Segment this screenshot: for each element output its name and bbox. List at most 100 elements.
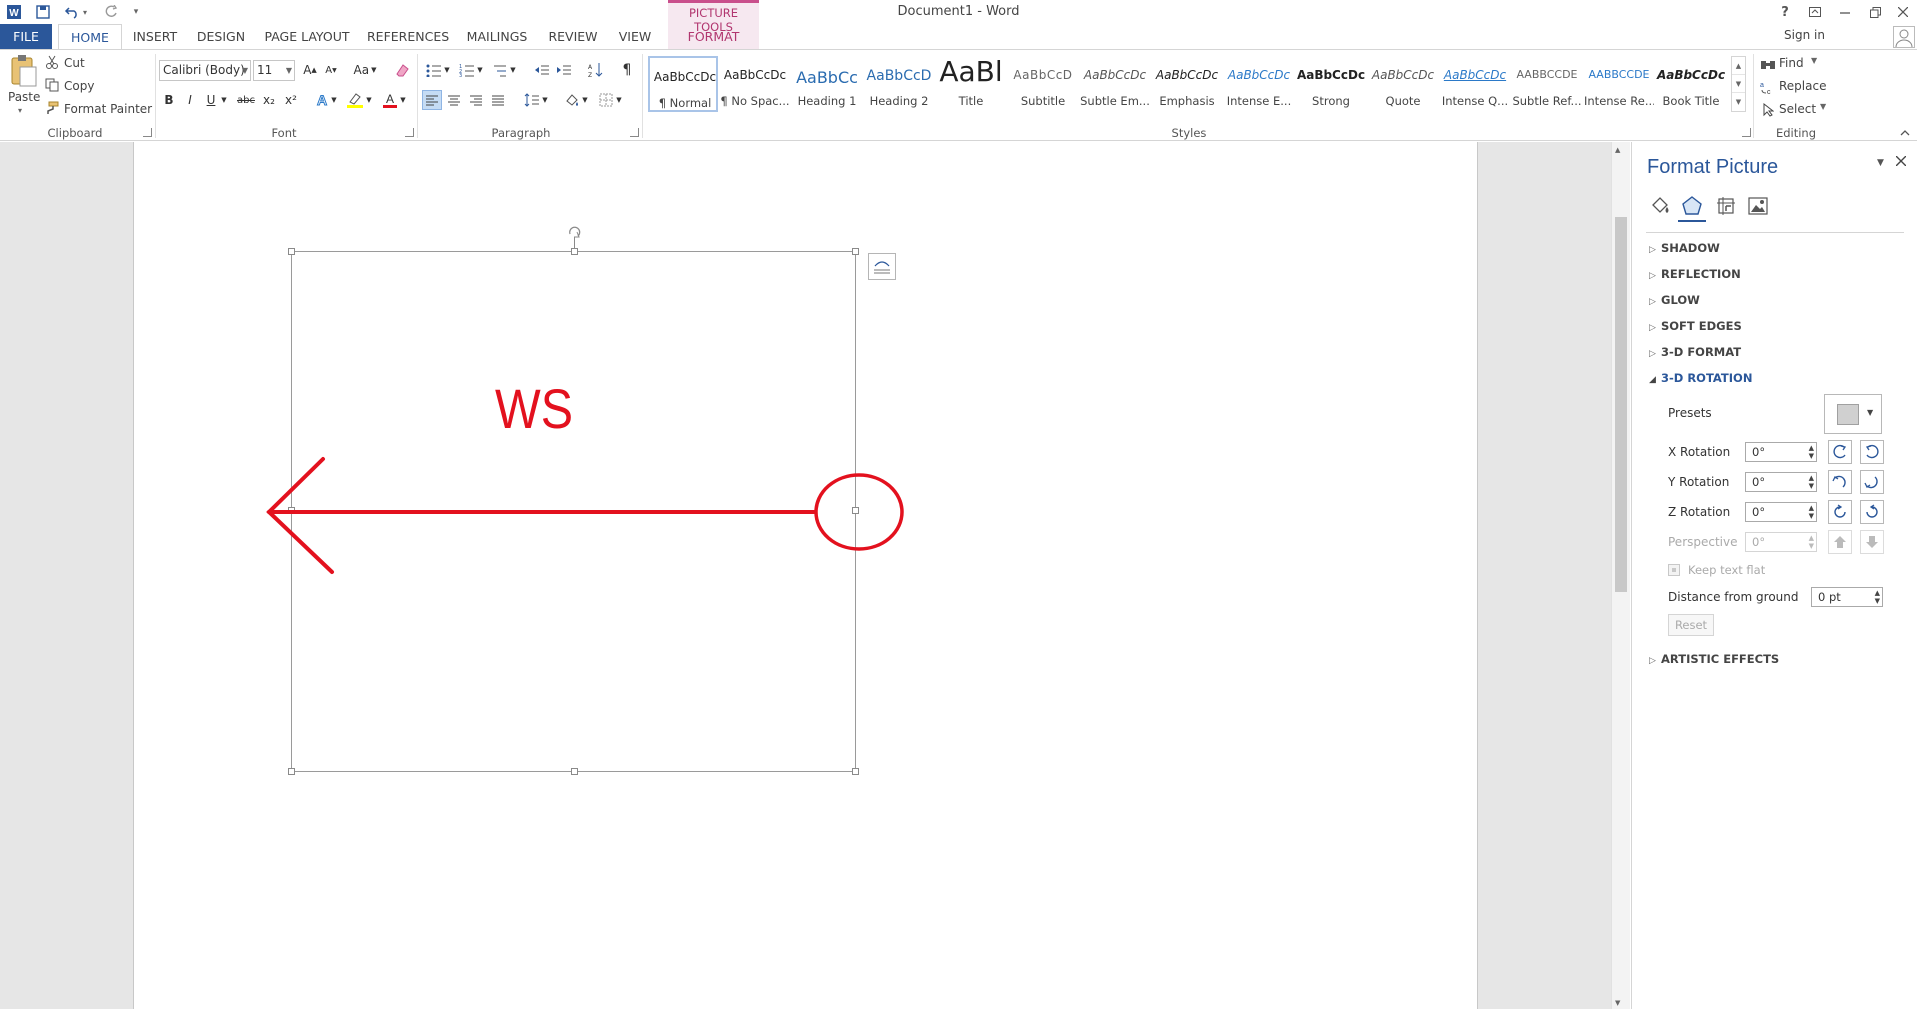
tab-design[interactable]: DESIGN (195, 24, 247, 49)
tab-page-layout[interactable]: PAGE LAYOUT (262, 24, 352, 49)
resize-handle-bottom-right[interactable] (852, 768, 859, 775)
numbering-dropdown-icon[interactable]: ▼ (475, 60, 485, 80)
align-right-icon[interactable] (466, 90, 486, 110)
restore-icon[interactable] (1860, 0, 1890, 24)
show-formatting-marks-icon[interactable]: ¶ (617, 60, 637, 80)
distance-from-ground-input[interactable]: 0 pt ▲ ▼ (1811, 587, 1883, 607)
section-3d-rotation[interactable]: ◢ 3-D ROTATION (1649, 371, 1752, 391)
font-color-icon[interactable]: A (380, 90, 400, 110)
multilevel-list-icon[interactable] (490, 60, 510, 80)
align-center-icon[interactable] (444, 90, 464, 110)
section-glow[interactable]: ▷ GLOW (1649, 293, 1700, 313)
widen-perspective-button[interactable] (1860, 530, 1884, 554)
style-title[interactable]: AaBl Title (936, 56, 1006, 112)
spin-down-icon[interactable]: ▼ (1809, 482, 1814, 490)
clear-formatting-icon[interactable] (392, 60, 412, 80)
font-color-dropdown-icon[interactable]: ▼ (398, 90, 408, 110)
sign-in-link[interactable]: Sign in (1784, 28, 1825, 42)
tab-mailings[interactable]: MAILINGS (462, 24, 532, 49)
style-intense-e[interactable]: AaBbCcDc Intense E... (1224, 56, 1294, 112)
subscript-button[interactable]: x₂ (259, 90, 279, 110)
layout-options-icon[interactable] (868, 253, 896, 280)
borders-icon[interactable] (596, 90, 616, 110)
resize-handle-bottom[interactable] (571, 768, 578, 775)
style-normal[interactable]: AaBbCcDc ¶ Normal (648, 56, 718, 112)
close-icon[interactable] (1888, 0, 1917, 24)
pane-close-icon[interactable] (1896, 156, 1906, 166)
grow-font-icon[interactable]: A ▲ (300, 60, 320, 80)
rotate-clockwise-z-button[interactable] (1860, 500, 1884, 524)
justify-icon[interactable] (488, 90, 508, 110)
spin-down-icon[interactable]: ▼ (1875, 597, 1880, 605)
resize-handle-top-right[interactable] (852, 248, 859, 255)
find-button[interactable]: Find (1779, 56, 1804, 70)
section-reflection[interactable]: ▷ REFLECTION (1649, 267, 1741, 287)
tab-insert[interactable]: INSERT (130, 24, 180, 49)
spin-up-icon[interactable]: ▲ (1875, 589, 1880, 597)
effects-tab-icon[interactable] (1678, 192, 1706, 220)
shading-dropdown-icon[interactable]: ▼ (580, 90, 590, 110)
resize-handle-bottom-left[interactable] (288, 768, 295, 775)
tab-review[interactable]: REVIEW (545, 24, 601, 49)
z-rotation-input[interactable]: 0° ▲ ▼ (1745, 502, 1817, 522)
y-rotation-input[interactable]: 0° ▲ ▼ (1745, 472, 1817, 492)
document-page[interactable]: WS (133, 142, 1478, 1009)
underline-button[interactable]: U (201, 90, 221, 110)
font-size-dropdown[interactable]: 11 ▼ (253, 60, 295, 81)
paragraph-launcher-icon[interactable] (630, 128, 639, 137)
text-effects-dropdown-icon[interactable]: ▼ (329, 90, 339, 110)
change-case-button[interactable]: Aa ▼ (350, 60, 380, 80)
x-rotation-input[interactable]: 0° ▲ ▼ (1745, 442, 1817, 462)
underline-dropdown-icon[interactable]: ▼ (219, 90, 229, 110)
select-button[interactable]: Select (1779, 102, 1816, 116)
style-strong[interactable]: AaBbCcDc Strong (1296, 56, 1366, 112)
section-soft-edges[interactable]: ▷ SOFT EDGES (1649, 319, 1742, 339)
rotate-left-x-button[interactable] (1828, 440, 1852, 464)
spin-up-icon[interactable]: ▲ (1809, 474, 1814, 482)
multilevel-dropdown-icon[interactable]: ▼ (508, 60, 518, 80)
shrink-font-icon[interactable]: A ▼ (321, 60, 341, 80)
fill-line-tab-icon[interactable] (1646, 192, 1674, 220)
italic-button[interactable]: I (180, 90, 200, 110)
vertical-scrollbar[interactable]: ▲ ▼ (1611, 142, 1630, 1009)
find-dropdown-icon[interactable]: ▼ (1811, 56, 1817, 65)
style-intense-re[interactable]: AABBCCDE Intense Re... (1584, 56, 1654, 112)
decrease-indent-icon[interactable] (532, 60, 552, 80)
strikethrough-button[interactable]: abc (236, 90, 256, 110)
section-artistic-effects[interactable]: ▷ ARTISTIC EFFECTS (1649, 652, 1779, 672)
section-3d-format[interactable]: ▷ 3-D FORMAT (1649, 345, 1741, 365)
style-quote[interactable]: AaBbCcDc Quote (1368, 56, 1438, 112)
gallery-scroll-down-icon[interactable]: ▼ (1732, 75, 1745, 93)
minimize-icon[interactable] (1830, 0, 1860, 24)
style-subtitle[interactable]: AaBbCcD Subtitle (1008, 56, 1078, 112)
style-subtle-ref[interactable]: AABBCCDE Subtle Ref... (1512, 56, 1582, 112)
spin-up-icon[interactable]: ▲ (1809, 504, 1814, 512)
scroll-thumb[interactable] (1615, 217, 1627, 592)
paste-icon[interactable] (8, 54, 38, 88)
drawing-canvas[interactable]: WS (134, 142, 1479, 1009)
bullets-icon[interactable] (424, 60, 444, 80)
style-intense-q[interactable]: AaBbCcDc Intense Q... (1440, 56, 1510, 112)
increase-indent-icon[interactable] (554, 60, 574, 80)
tab-format[interactable]: FORMAT (668, 24, 759, 49)
user-avatar-icon[interactable] (1893, 26, 1915, 48)
rotation-handle-icon[interactable] (569, 226, 581, 248)
picture-tab-icon[interactable] (1744, 192, 1772, 220)
font-name-dropdown[interactable]: Calibri (Body) ▼ (159, 60, 251, 81)
presets-dropdown[interactable]: ▼ (1824, 394, 1882, 434)
font-launcher-icon[interactable] (405, 128, 414, 137)
keep-text-flat-checkbox[interactable] (1668, 564, 1680, 576)
tab-home[interactable]: HOME (58, 24, 122, 49)
style-emphasis[interactable]: AaBbCcDc Emphasis (1152, 56, 1222, 112)
replace-button[interactable]: Replace (1779, 79, 1826, 93)
cut-button[interactable]: Cut (64, 56, 85, 70)
sort-icon[interactable]: AZ (586, 60, 606, 80)
paste-dropdown-icon[interactable]: ▾ (18, 106, 22, 115)
style-no-spac[interactable]: AaBbCcDc ¶ No Spac... (720, 56, 790, 112)
rotate-right-x-button[interactable] (1860, 440, 1884, 464)
bullets-dropdown-icon[interactable]: ▼ (442, 60, 452, 80)
resize-handle-top[interactable] (571, 248, 578, 255)
highlight-dropdown-icon[interactable]: ▼ (364, 90, 374, 110)
superscript-button[interactable]: x² (281, 90, 301, 110)
style-book-title[interactable]: AaBbCcDc Book Title (1656, 56, 1726, 112)
